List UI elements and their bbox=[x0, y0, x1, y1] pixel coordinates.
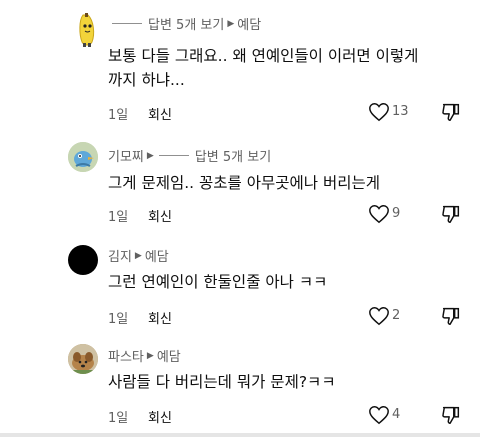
dislike-icon[interactable] bbox=[440, 203, 462, 225]
reply-button[interactable]: 회신 bbox=[148, 308, 172, 327]
comment-time: 1일 bbox=[108, 411, 129, 426]
comment-text: 그런 연예인이 한둘인줄 아나 ㅋㅋ bbox=[108, 270, 463, 294]
comment-meta: 파스타 ▶ 예담 bbox=[108, 346, 181, 365]
reply-to-name: 예담 bbox=[156, 350, 181, 365]
comment-actions: 1일 회신 4 bbox=[108, 404, 468, 428]
reply-arrow-icon: ▶ bbox=[146, 350, 154, 361]
like-count: 4 bbox=[392, 407, 401, 422]
reply-arrow-icon: ▶ bbox=[227, 18, 235, 29]
comment-text-line: 그런 연예인이 한둘인줄 아나 ㅋㅋ bbox=[108, 273, 328, 291]
like-icon[interactable] bbox=[368, 101, 390, 123]
comment-text: 사람들 다 버리는데 뭐가 문제?ㅋㅋ bbox=[108, 370, 463, 394]
author-name[interactable]: 파스타 bbox=[108, 346, 144, 365]
like-icon[interactable] bbox=[368, 203, 390, 225]
comment-text-line: 까지 하냐... bbox=[108, 71, 185, 89]
reply-to-name: 예담 bbox=[237, 18, 262, 33]
banana-avatar[interactable] bbox=[74, 12, 100, 48]
comment-meta: 김지 ▶ 예담 bbox=[108, 246, 169, 265]
dislike-icon[interactable] bbox=[440, 101, 462, 123]
reply-button[interactable]: 회신 bbox=[148, 407, 172, 426]
reply-arrow-icon: ▶ bbox=[146, 150, 154, 161]
comment-meta: 기모찌 ▶ 답변 5개 보기 bbox=[108, 146, 271, 165]
comment-text: 그게 문제임.. 꽁초를 아무곳에나 버리는게 bbox=[108, 171, 463, 195]
author-name[interactable]: 기모찌 bbox=[108, 146, 144, 165]
view-replies-link[interactable]: 답변 5개 보기 bbox=[195, 146, 271, 165]
comment-actions: 1일 회신 2 bbox=[108, 305, 468, 329]
comment-time: 1일 bbox=[108, 312, 129, 327]
comment-meta: 답변 5개 보기 ▶ 예담 bbox=[108, 14, 261, 33]
like-count: 13 bbox=[392, 104, 409, 119]
reply-arrow-icon: ▶ bbox=[134, 250, 142, 261]
comment-actions: 1일 회신 9 bbox=[108, 203, 468, 227]
comment-text: 보통 다들 그래요.. 왜 연예인들이 이러면 이렇게 까지 하냐... bbox=[108, 44, 463, 92]
like-icon[interactable] bbox=[368, 404, 390, 426]
reply-to-name: 예담 bbox=[144, 250, 169, 265]
comment-time: 1일 bbox=[108, 210, 129, 225]
reply-button[interactable]: 회신 bbox=[148, 104, 172, 123]
like-icon[interactable] bbox=[368, 305, 390, 327]
bird-avatar[interactable] bbox=[68, 142, 98, 172]
comment-time: 1일 bbox=[108, 108, 129, 123]
dog-avatar[interactable] bbox=[68, 344, 98, 374]
divider-line bbox=[112, 23, 142, 24]
divider-line bbox=[158, 155, 189, 156]
comment-text-line: 보통 다들 그래요.. 왜 연예인들이 이러면 이렇게 bbox=[108, 47, 419, 65]
bottom-divider bbox=[0, 433, 480, 437]
dislike-icon[interactable] bbox=[440, 404, 462, 426]
black-avatar[interactable] bbox=[68, 245, 98, 275]
comment-text-line: 그게 문제임.. 꽁초를 아무곳에나 버리는게 bbox=[108, 174, 380, 192]
like-count: 2 bbox=[392, 308, 401, 323]
dislike-icon[interactable] bbox=[440, 305, 462, 327]
author-name[interactable]: 김지 bbox=[108, 246, 132, 265]
reply-button[interactable]: 회신 bbox=[148, 206, 172, 225]
view-replies-link[interactable]: 답변 5개 보기 bbox=[148, 14, 224, 33]
like-count: 9 bbox=[392, 206, 401, 221]
comment-text-line: 사람들 다 버리는데 뭐가 문제?ㅋㅋ bbox=[108, 373, 336, 391]
comment-actions: 1일 회신 13 bbox=[108, 101, 468, 125]
